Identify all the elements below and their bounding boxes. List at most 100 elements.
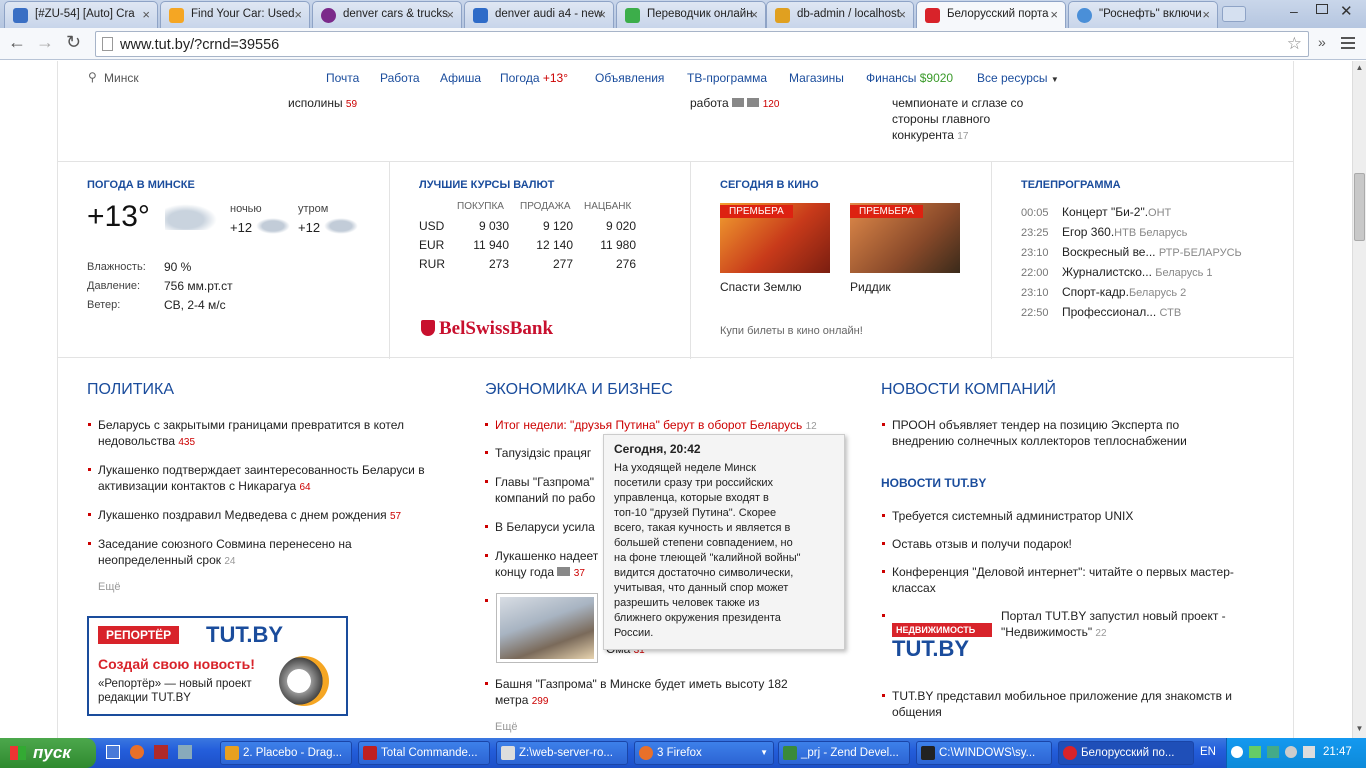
- taskbar-item[interactable]: 3 Firefox ▼: [634, 741, 774, 765]
- volume-icon[interactable]: [1303, 746, 1315, 758]
- movie-poster[interactable]: ПРЕМЬЕРА: [850, 203, 960, 273]
- news-item[interactable]: Конференция "Деловой интернет": читайте …: [882, 564, 1234, 596]
- bank-banner[interactable]: BelSwissBank: [439, 318, 553, 340]
- tv-row[interactable]: 22:50 Профессионал... СТВ: [1021, 303, 1242, 323]
- taskbar-item[interactable]: Total Commande...: [358, 741, 490, 765]
- quicklaunch-icon[interactable]: [154, 745, 168, 759]
- url-text[interactable]: www.tut.by/?crnd=39556: [120, 37, 279, 53]
- news-fragment[interactable]: исполины 59: [288, 96, 357, 110]
- forward-arrow-icon[interactable]: →: [36, 32, 54, 53]
- tv-title[interactable]: ТЕЛЕПРОГРАММА: [1021, 179, 1121, 191]
- tv-row[interactable]: 22:00 Журналистско... Беларусь 1: [1021, 263, 1242, 283]
- politics-title[interactable]: ПОЛИТИКА: [87, 381, 174, 399]
- minimize-icon[interactable]: –: [1290, 3, 1298, 19]
- language-indicator[interactable]: EN: [1200, 746, 1216, 758]
- weather-title[interactable]: ПОГОДА В МИНСКЕ: [87, 179, 195, 191]
- url-bar[interactable]: www.tut.by/?crnd=39556 ☆: [95, 31, 1309, 57]
- scroll-down-icon[interactable]: ▼: [1354, 724, 1365, 734]
- close-tab-icon[interactable]: ×: [142, 7, 150, 22]
- back-arrow-icon[interactable]: ←: [8, 32, 26, 53]
- taskbar-item[interactable]: _prj - Zend Devel...: [778, 741, 910, 765]
- news-item[interactable]: Главы "Газпрома" компаний по рабо: [484, 474, 595, 506]
- clock[interactable]: 21:47: [1323, 746, 1352, 758]
- close-tab-icon[interactable]: ×: [1202, 7, 1210, 22]
- news-photo[interactable]: [496, 593, 598, 663]
- taskbar-item-active[interactable]: Белорусский по...: [1058, 741, 1194, 765]
- browser-tab[interactable]: db-admin / localhost ×: [766, 1, 914, 28]
- nav-jobs[interactable]: Работа: [380, 71, 420, 85]
- taskbar-item[interactable]: Z:\web-server-ro...: [496, 741, 628, 765]
- news-item[interactable]: Заседание союзного Совмина перенесено на…: [88, 536, 352, 570]
- taskbar-item[interactable]: 2. Placebo - Drag...: [220, 741, 352, 765]
- firefox-icon[interactable]: [130, 745, 144, 759]
- quicklaunch-icon[interactable]: [106, 745, 120, 759]
- news-item[interactable]: Лукашенко поздравил Медведева с днем рож…: [87, 507, 401, 525]
- companies-title[interactable]: НОВОСТИ КОМПАНИЙ: [881, 381, 1056, 399]
- close-tab-icon[interactable]: ×: [598, 7, 606, 22]
- news-item[interactable]: TUT.BY представил мобильное приложение д…: [882, 688, 1232, 720]
- maximize-icon[interactable]: [1316, 4, 1328, 14]
- more-link[interactable]: Ещё: [495, 721, 518, 733]
- tutby-news-title[interactable]: НОВОСТИ TUT.BY: [881, 476, 986, 490]
- nav-all-resources[interactable]: Все ресурсы ▼: [977, 71, 1059, 85]
- new-tab-button[interactable]: [1222, 6, 1246, 22]
- news-item[interactable]: Портал TUT.BY запустил новый проект - "Не…: [1001, 608, 1226, 642]
- reporter-banner[interactable]: РЕПОРТЁР TUT.BY Создай свою новость! «Ре…: [87, 616, 348, 716]
- nav-afisha[interactable]: Афиша: [440, 71, 481, 85]
- news-item[interactable]: Оставь отзыв и получи подарок!: [882, 536, 1072, 552]
- close-tab-icon[interactable]: ×: [294, 7, 302, 22]
- tv-row[interactable]: 00:05 Концерт "Би-2".ОНТ: [1021, 203, 1242, 223]
- news-fragment[interactable]: чемпионате и сглазе со стороны главного ко…: [892, 95, 1023, 145]
- close-tab-icon[interactable]: ×: [446, 7, 454, 22]
- nav-mail[interactable]: Почта: [326, 71, 359, 85]
- news-fragment[interactable]: работа 120: [690, 96, 779, 110]
- tray-icon[interactable]: [1285, 746, 1297, 758]
- close-window-icon[interactable]: ✕: [1340, 2, 1353, 20]
- quicklaunch-icon[interactable]: [178, 745, 192, 759]
- extensions-icon[interactable]: »: [1318, 34, 1326, 50]
- news-item[interactable]: Беларусь с закрытыми границами превратит…: [87, 417, 404, 451]
- tray-icon[interactable]: [1231, 746, 1243, 758]
- news-item[interactable]: Башня "Газпрома" в Минске будет иметь вы…: [485, 676, 788, 710]
- browser-tab[interactable]: Find Your Car: Used ×: [160, 1, 310, 28]
- nav-tv[interactable]: ТВ-программа: [687, 71, 767, 85]
- news-item[interactable]: Требуется системный администратор UNIX: [881, 508, 1133, 524]
- browser-tab[interactable]: denver audi a4 - new ×: [464, 1, 614, 28]
- browser-tab[interactable]: [#ZU-54] [Auto] Cra ×: [4, 1, 158, 28]
- scroll-up-icon[interactable]: ▲: [1354, 63, 1365, 73]
- movie-title[interactable]: Риддик: [850, 280, 891, 294]
- network-icon[interactable]: [1249, 746, 1261, 758]
- economy-title[interactable]: ЭКОНОМИКА И БИЗНЕС: [485, 381, 673, 399]
- tray-icon[interactable]: [1267, 746, 1279, 758]
- more-link[interactable]: Ещё: [98, 581, 121, 593]
- close-tab-icon[interactable]: ×: [898, 7, 906, 22]
- rates-title[interactable]: ЛУЧШИЕ КУРСЫ ВАЛЮТ: [419, 179, 554, 191]
- vertical-scrollbar[interactable]: ▲ ▼: [1352, 61, 1366, 738]
- browser-tab-active[interactable]: Белорусский порта ×: [916, 1, 1066, 28]
- cinema-title[interactable]: СЕГОДНЯ В КИНО: [720, 179, 819, 191]
- nav-ads[interactable]: Объявления: [595, 71, 664, 85]
- menu-icon[interactable]: [1341, 35, 1355, 49]
- start-button[interactable]: пуск: [0, 738, 96, 768]
- nav-weather[interactable]: Погода +13°: [500, 71, 568, 85]
- news-item[interactable]: Лукашенко подтверждает заинтересованност…: [88, 462, 425, 496]
- tv-row[interactable]: 23:10 Спорт-кадр.Беларусь 2: [1021, 283, 1242, 303]
- close-tab-icon[interactable]: ×: [1050, 7, 1058, 22]
- movie-title[interactable]: Спасти Землю: [720, 280, 802, 294]
- nav-shops[interactable]: Магазины: [789, 71, 844, 85]
- reload-icon[interactable]: ↻: [66, 32, 81, 53]
- nav-finance[interactable]: Финансы $9020: [866, 71, 953, 85]
- city-label[interactable]: Минск: [104, 71, 139, 85]
- bookmark-star-icon[interactable]: ☆: [1287, 34, 1302, 54]
- taskbar-item[interactable]: C:\WINDOWS\sy...: [916, 741, 1052, 765]
- news-item[interactable]: Итог недели: "друзья Путина" берут в обо…: [485, 417, 817, 435]
- browser-tab[interactable]: denver cars & trucks ×: [312, 1, 462, 28]
- tv-row[interactable]: 23:10 Воскресный ве... РТР-БЕЛАРУСЬ: [1021, 243, 1242, 263]
- nedvizhimost-logo[interactable]: НЕДВИЖИМОСТЬ TUT.BY: [892, 623, 992, 665]
- news-item[interactable]: Тапузідзіс працяг: [484, 445, 591, 461]
- browser-tab[interactable]: Переводчик онлайн ×: [616, 1, 766, 28]
- movie-poster[interactable]: ПРЕМЬЕРА: [720, 203, 830, 273]
- scrollbar-thumb[interactable]: [1354, 173, 1365, 241]
- tv-row[interactable]: 23:25 Егор 360.НТВ Беларусь: [1021, 223, 1242, 243]
- buy-tickets-link[interactable]: Купи билеты в кино онлайн!: [720, 325, 863, 337]
